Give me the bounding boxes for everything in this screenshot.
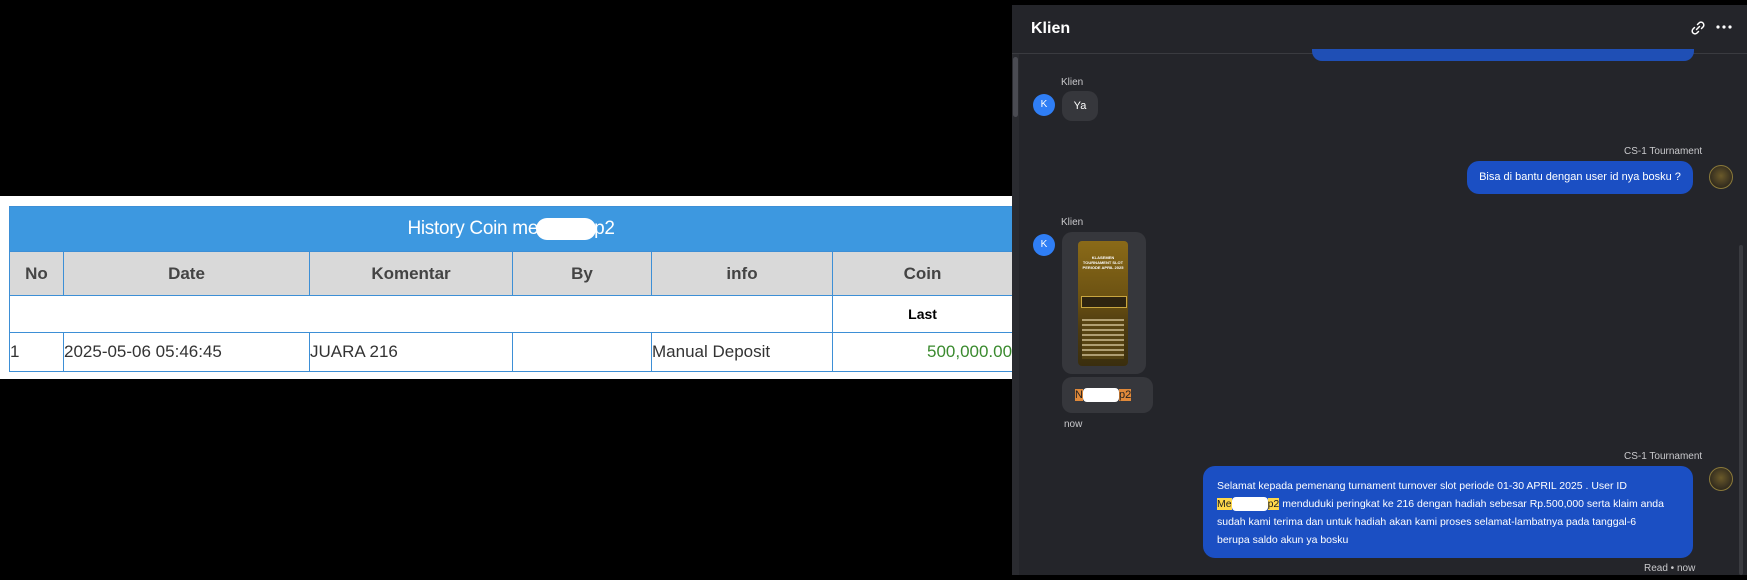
table-title-prefix: History Coin me bbox=[407, 218, 539, 239]
user-id-text: Np2 bbox=[1075, 388, 1132, 403]
timestamp: now bbox=[1064, 419, 1083, 430]
table-row: 1 2025-05-06 05:46:45 JUARA 216 Manual D… bbox=[9, 332, 1012, 372]
cell-date: 2025-05-06 05:46:45 bbox=[63, 332, 310, 372]
message-bubble: Ya bbox=[1062, 91, 1098, 121]
redacted-username bbox=[536, 217, 597, 240]
image-thumbnail[interactable]: KLASEMEN TOURNAMENT SLOT PERIODE APRIL 2… bbox=[1078, 241, 1128, 366]
cell-komentar: JUARA 216 bbox=[309, 332, 513, 372]
message-line: berupa saldo akun ya bosku bbox=[1217, 534, 1349, 546]
history-coin-panel: History Coin me p2 No Date Komentar By in… bbox=[0, 196, 1012, 379]
scrollbar-right[interactable] bbox=[1739, 245, 1743, 575]
last-label: Last bbox=[831, 295, 1012, 333]
sender-name: Klien bbox=[1061, 77, 1084, 88]
message-line: Me p2 menduduki peringkat ke 216 dengan h… bbox=[1217, 495, 1687, 513]
image-caption: KLASEMEN TOURNAMENT SLOT PERIODE APRIL 2… bbox=[1082, 255, 1124, 270]
background-strip bbox=[0, 196, 1012, 206]
scrollbar-thumb[interactable] bbox=[1013, 57, 1018, 117]
cell-coin: 500,000.00 bbox=[831, 332, 1012, 372]
message-bubble: Bisa di bantu dengan user id nya bosku ? bbox=[1467, 161, 1693, 194]
user-id-suffix: p2 bbox=[1118, 389, 1132, 401]
message-text: Bisa di bantu dengan user id nya bosku ? bbox=[1479, 171, 1681, 183]
read-status: Read • now bbox=[1644, 563, 1696, 574]
agent-avatar bbox=[1709, 165, 1733, 189]
table-title-suffix: p2 bbox=[594, 218, 615, 239]
scrollbar-track[interactable] bbox=[1012, 54, 1019, 575]
sender-name: CS-1 Tournament bbox=[1624, 451, 1703, 462]
sender-name: Klien bbox=[1061, 217, 1084, 228]
redacted-user-id bbox=[1231, 497, 1268, 512]
column-header-coin: Coin bbox=[831, 251, 1012, 296]
column-header-komentar: Komentar bbox=[309, 251, 513, 296]
sub-row-blank bbox=[9, 295, 833, 333]
message-bubble: Np2 bbox=[1062, 377, 1153, 413]
user-id-prefix: Me bbox=[1217, 498, 1232, 510]
cell-no: 1 bbox=[9, 332, 64, 372]
chat-window: Klien Klien K Ya CS-1 Tournament Bisa di… bbox=[1012, 5, 1747, 575]
user-id-suffix: p2 bbox=[1267, 498, 1280, 510]
agent-avatar bbox=[1709, 467, 1733, 491]
column-header-by: By bbox=[512, 251, 652, 296]
column-header-date: Date bbox=[63, 251, 310, 296]
more-options-icon[interactable] bbox=[1714, 17, 1734, 37]
sender-name: CS-1 Tournament bbox=[1624, 146, 1703, 157]
cell-by bbox=[512, 332, 652, 372]
avatar: K bbox=[1033, 94, 1055, 116]
message-line: sudah kami terima dan untuk hadiah akan … bbox=[1217, 516, 1637, 528]
message-text: Selamat kepada pemenang turnament turnov… bbox=[1217, 477, 1687, 549]
column-header-no: No bbox=[9, 251, 64, 296]
message-text: Ya bbox=[1073, 100, 1087, 112]
history-coin-table: History Coin me p2 No Date Komentar By in… bbox=[8, 206, 1012, 372]
chat-header: Klien bbox=[1012, 5, 1747, 54]
message-line-text: menduduki peringkat ke 216 dengan hadiah… bbox=[1279, 498, 1664, 510]
image-table bbox=[1082, 319, 1124, 359]
table-title: History Coin me p2 bbox=[8, 206, 1012, 252]
avatar: K bbox=[1033, 234, 1055, 256]
redacted-user-id bbox=[1082, 388, 1119, 403]
image-banner bbox=[1081, 296, 1127, 308]
column-header-info: info bbox=[651, 251, 833, 296]
chat-title: Klien bbox=[1031, 20, 1071, 37]
user-id-prefix: N bbox=[1075, 389, 1083, 401]
cell-info: Manual Deposit bbox=[651, 332, 833, 372]
message-line: Selamat kepada pemenang turnament turnov… bbox=[1217, 480, 1627, 492]
message-bubble: Selamat kepada pemenang turnament turnov… bbox=[1203, 466, 1693, 558]
previous-message-bubble bbox=[1312, 49, 1694, 61]
link-icon[interactable] bbox=[1689, 19, 1707, 37]
